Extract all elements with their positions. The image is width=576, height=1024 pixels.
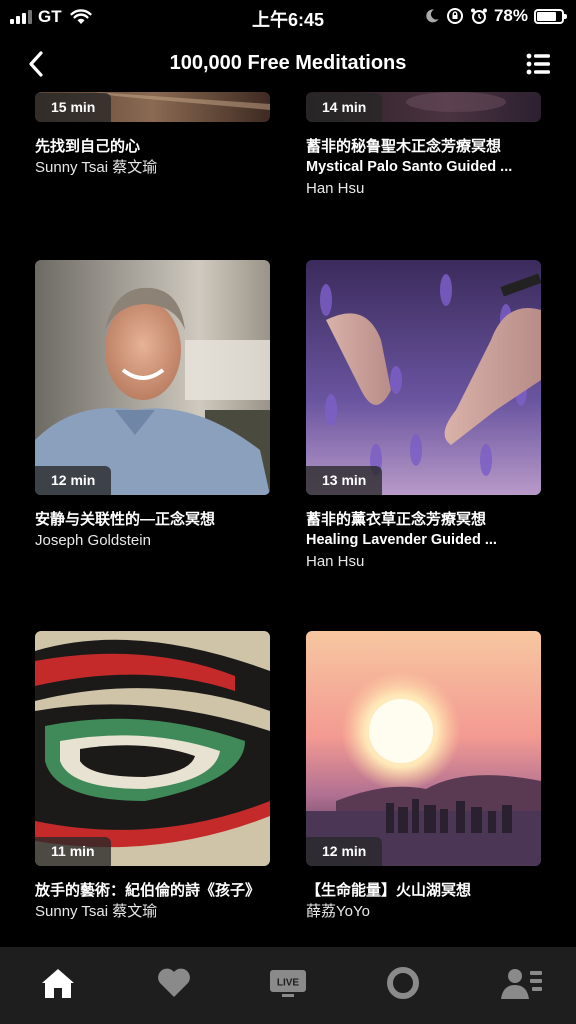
home-icon — [42, 969, 74, 998]
card-thumbnail: 15 min — [35, 92, 270, 122]
battery-icon — [534, 8, 567, 24]
card-author: Sunny Tsai 蔡文瑜 — [35, 903, 158, 920]
tab-favorites[interactable] — [150, 963, 198, 1003]
lavender-image — [306, 260, 541, 495]
duration-badge: 13 min — [306, 466, 383, 495]
card-author: Joseph Goldstein — [35, 532, 151, 549]
sunset-lake-image — [306, 631, 541, 866]
card-author: Han Hsu — [306, 180, 365, 197]
totem-art-image — [35, 631, 270, 866]
teacher-portrait-image — [35, 260, 270, 495]
tab-timer[interactable] — [379, 963, 427, 1003]
meditation-card[interactable]: 12 min 【生命能量】火山湖冥想 薛荔YoYo — [306, 631, 541, 922]
card-title: 安静与关联性的—正念冥想 — [35, 511, 216, 528]
tab-home[interactable] — [34, 963, 82, 1003]
card-thumbnail: 12 min — [35, 260, 270, 495]
card-author: 薛荔YoYo — [306, 903, 370, 920]
meditation-card[interactable]: 14 min 蓄非的秘鲁聖木正念芳療冥想 Mystical Palo Santo… — [306, 92, 541, 199]
heart-icon — [158, 968, 190, 997]
card-thumbnail: 11 min — [35, 631, 270, 866]
meditation-card[interactable]: 12 min 安静与关联性的—正念冥想 Joseph Goldstein — [35, 260, 270, 551]
nav-bar: 100,000 Free Meditations — [0, 36, 576, 92]
moon-icon — [426, 9, 439, 23]
card-subtitle: Mystical Palo Santo Guided ... — [306, 159, 513, 175]
circle-icon — [387, 967, 419, 999]
meditation-card[interactable]: 11 min 放手的藝術：紀伯倫的詩《孩子》 Sunny Tsai 蔡文瑜 — [35, 631, 270, 922]
profile-icon — [501, 969, 542, 999]
card-thumbnail: 14 min — [306, 92, 541, 122]
battery-level — [537, 11, 556, 21]
card-title: 放手的藝術：紀伯倫的詩《孩子》 — [35, 882, 261, 899]
status-right: 78% — [424, 5, 567, 27]
card-title: 蓄非的薰衣草正念芳療冥想 — [306, 511, 487, 528]
card-author: Han Hsu — [306, 553, 365, 570]
status-bar: GT 上午6:45 78% — [0, 0, 576, 34]
duration-badge: 11 min — [35, 837, 111, 866]
card-author: Sunny Tsai 蔡文瑜 — [35, 159, 158, 176]
back-button[interactable] — [18, 46, 54, 82]
chevron-left-icon — [29, 51, 43, 77]
duration-badge: 15 min — [35, 93, 112, 122]
card-thumbnail: 12 min — [306, 631, 541, 866]
duration-badge: 14 min — [306, 93, 383, 122]
tab-profile[interactable] — [498, 963, 546, 1003]
duration-badge: 12 min — [35, 466, 112, 495]
tab-live[interactable]: LIVE — [264, 963, 312, 1003]
tab-bar: LIVE — [0, 947, 576, 1024]
card-subtitle: Healing Lavender Guided ... — [306, 532, 497, 548]
page-title: 100,000 Free Meditations — [169, 52, 407, 74]
card-title: 蓄非的秘鲁聖木正念芳療冥想 — [306, 138, 502, 155]
alarm-icon — [470, 8, 487, 24]
meditation-grid: 15 min 先找到自己的心 Sunny Tsai 蔡文瑜 14 min 蓄非的… — [0, 92, 576, 947]
live-icon: LIVE — [270, 970, 306, 997]
card-title: 先找到自己的心 — [35, 138, 141, 155]
list-icon — [526, 53, 550, 75]
meditation-card[interactable]: 15 min 先找到自己的心 Sunny Tsai 蔡文瑜 — [35, 92, 270, 178]
rotation-lock-icon — [446, 8, 463, 24]
list-view-button[interactable] — [524, 50, 554, 78]
card-thumbnail: 13 min — [306, 260, 541, 495]
card-title: 【生命能量】火山湖冥想 — [306, 882, 472, 899]
battery-percent: 78% — [493, 6, 528, 25]
live-label: LIVE — [277, 978, 300, 989]
duration-badge: 12 min — [306, 837, 383, 866]
meditation-card[interactable]: 13 min 蓄非的薰衣草正念芳療冥想 Healing Lavender Gui… — [306, 260, 541, 572]
